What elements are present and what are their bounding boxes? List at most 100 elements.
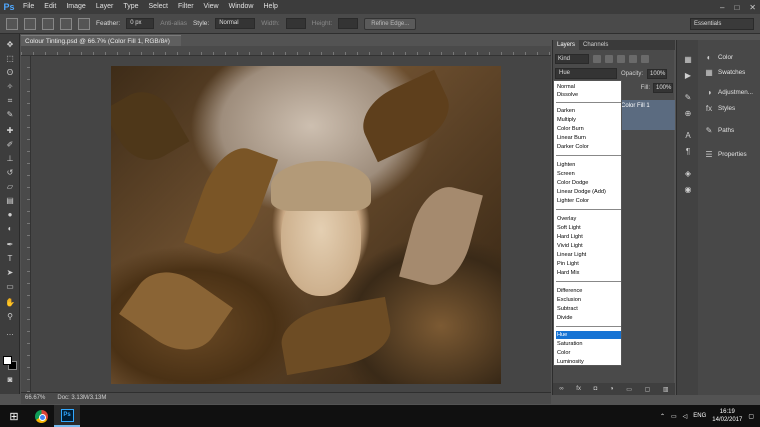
- zoom-tool-icon[interactable]: ⚲: [4, 312, 16, 322]
- minimize-button[interactable]: –: [720, 3, 724, 12]
- height-input[interactable]: [338, 18, 359, 29]
- menu-view[interactable]: View: [199, 0, 224, 14]
- dodge-tool-icon[interactable]: ◐: [4, 224, 16, 234]
- new-layer-icon[interactable]: ▢: [645, 386, 651, 393]
- blend-option-linear-dodge[interactable]: Linear Dodge (Add): [556, 188, 621, 196]
- blend-option-lighter-color[interactable]: Lighter Color: [556, 197, 621, 205]
- taskbar-chrome[interactable]: [28, 405, 54, 427]
- document-size[interactable]: Doc: 3.13M/3.13M: [57, 393, 106, 404]
- eyedropper-tool-icon[interactable]: ✎: [4, 110, 16, 120]
- new-group-icon[interactable]: ▭: [626, 386, 632, 393]
- pen-tool-icon[interactable]: ✒: [4, 240, 16, 250]
- blend-option-lighten[interactable]: Lighten: [556, 161, 621, 169]
- healing-brush-icon[interactable]: ✚: [4, 126, 16, 136]
- blend-option-soft-light[interactable]: Soft Light: [556, 224, 621, 232]
- menu-type[interactable]: Type: [118, 0, 143, 14]
- pixel-filter-icon[interactable]: [593, 54, 601, 63]
- blend-option-saturation[interactable]: Saturation: [556, 340, 621, 348]
- type-tool-icon[interactable]: T: [4, 254, 16, 264]
- character-panel-icon[interactable]: A: [682, 130, 694, 141]
- opacity-input[interactable]: 100%: [647, 68, 668, 79]
- width-input[interactable]: [285, 18, 306, 29]
- new-selection-icon[interactable]: [24, 17, 36, 30]
- network-icon[interactable]: ▭: [671, 413, 677, 420]
- clock[interactable]: 16:19 14/02/2017: [712, 408, 742, 424]
- antialias-checkbox[interactable]: Anti-alias: [160, 20, 187, 27]
- tray-chevron-icon[interactable]: ⌃: [660, 413, 665, 420]
- document-image[interactable]: [111, 66, 501, 384]
- blend-option-pin-light[interactable]: Pin Light: [556, 260, 621, 268]
- menu-file[interactable]: File: [18, 0, 39, 14]
- blend-option-color-burn[interactable]: Color Burn: [556, 125, 621, 133]
- notifications-icon[interactable]: ▢: [748, 413, 754, 420]
- gradient-tool-icon[interactable]: ▤: [4, 196, 16, 206]
- blend-option-hue[interactable]: Hue: [556, 331, 621, 339]
- shape-filter-icon[interactable]: [629, 54, 637, 63]
- subtract-selection-icon[interactable]: [60, 17, 72, 30]
- volume-icon[interactable]: ◁: [683, 413, 688, 420]
- shape-tool-icon[interactable]: ▭: [4, 282, 16, 292]
- blend-option-multiply[interactable]: Multiply: [556, 116, 621, 124]
- workspace-select[interactable]: Essentials: [690, 18, 754, 30]
- blend-option-vivid-light[interactable]: Vivid Light: [556, 242, 621, 250]
- document-tab[interactable]: Colour Tinting.psd @ 66.7% (Color Fill 1…: [21, 35, 181, 56]
- blend-option-normal[interactable]: Normal: [556, 83, 621, 91]
- blend-option-darken[interactable]: Darken: [556, 107, 621, 115]
- clone-stamp-icon[interactable]: ⊥: [4, 154, 16, 164]
- blend-option-divide[interactable]: Divide: [556, 314, 621, 322]
- layers-panel-icon[interactable]: ◈: [682, 168, 694, 179]
- 3d-panel-icon[interactable]: ◉: [682, 184, 694, 195]
- eraser-tool-icon[interactable]: ▱: [4, 182, 16, 192]
- menu-edit[interactable]: Edit: [39, 0, 61, 14]
- path-selection-icon[interactable]: ➤: [4, 268, 16, 278]
- paths-panel-button[interactable]: ✎ Paths: [698, 121, 760, 139]
- foreground-color-swatch[interactable]: [3, 356, 12, 365]
- lasso-tool-icon[interactable]: ʘ: [4, 68, 16, 78]
- more-tools-icon[interactable]: …: [4, 328, 16, 338]
- marquee-tool-icon[interactable]: ⬚: [4, 54, 16, 64]
- menu-help[interactable]: Help: [259, 0, 283, 14]
- blend-option-darker-color[interactable]: Darker Color: [556, 143, 621, 151]
- blend-option-color-dodge[interactable]: Color Dodge: [556, 179, 621, 187]
- menu-layer[interactable]: Layer: [91, 0, 119, 14]
- blend-option-linear-light[interactable]: Linear Light: [556, 251, 621, 259]
- blend-option-luminosity[interactable]: Luminosity: [556, 358, 621, 366]
- properties-panel-button[interactable]: ☰ Properties: [698, 145, 760, 163]
- styles-panel-button[interactable]: fx Styles: [698, 99, 760, 117]
- zoom-level[interactable]: 66.67%: [25, 393, 45, 404]
- hand-tool-icon[interactable]: ✋: [4, 298, 16, 308]
- menu-select[interactable]: Select: [144, 0, 173, 14]
- brush-panel-icon[interactable]: ✎: [682, 92, 694, 103]
- blend-option-exclusion[interactable]: Exclusion: [556, 296, 621, 304]
- history-brush-icon[interactable]: ↺: [4, 168, 16, 178]
- kind-filter-select[interactable]: Kind: [555, 53, 589, 64]
- canvas-area[interactable]: [31, 56, 551, 392]
- add-mask-icon[interactable]: ◘: [594, 386, 598, 392]
- quick-mask-icon[interactable]: ◙: [4, 375, 16, 385]
- blend-option-screen[interactable]: Screen: [556, 170, 621, 178]
- move-tool-icon[interactable]: ✥: [4, 40, 16, 50]
- layer-name[interactable]: Color Fill 1: [621, 103, 650, 109]
- menu-filter[interactable]: Filter: [173, 0, 199, 14]
- blend-option-dissolve[interactable]: Dissolve: [556, 91, 621, 99]
- keyboard-language[interactable]: ENG: [693, 413, 706, 419]
- smart-object-filter-icon[interactable]: [641, 54, 649, 63]
- feather-input[interactable]: 0 px: [126, 18, 155, 29]
- marquee-tool-preset-icon[interactable]: [6, 17, 18, 30]
- refine-edge-button[interactable]: Refine Edge...: [364, 17, 417, 30]
- close-button[interactable]: ✕: [749, 3, 756, 12]
- blend-option-subtract[interactable]: Subtract: [556, 305, 621, 313]
- link-layers-icon[interactable]: ∞: [559, 386, 563, 392]
- history-panel-icon[interactable]: ▦: [682, 54, 694, 65]
- type-filter-icon[interactable]: [617, 54, 625, 63]
- intersect-selection-icon[interactable]: [78, 17, 90, 30]
- fx-icon[interactable]: fx: [576, 386, 581, 392]
- blend-option-hard-mix[interactable]: Hard Mix: [556, 269, 621, 277]
- fill-input[interactable]: 100%: [653, 82, 673, 93]
- adjustment-filter-icon[interactable]: [605, 54, 613, 63]
- blur-tool-icon[interactable]: ●: [4, 210, 16, 220]
- magic-wand-icon[interactable]: ✧: [4, 82, 16, 92]
- brush-tool-icon[interactable]: ✐: [4, 140, 16, 150]
- blend-option-overlay[interactable]: Overlay: [556, 215, 621, 223]
- start-button[interactable]: ⊞: [0, 405, 28, 427]
